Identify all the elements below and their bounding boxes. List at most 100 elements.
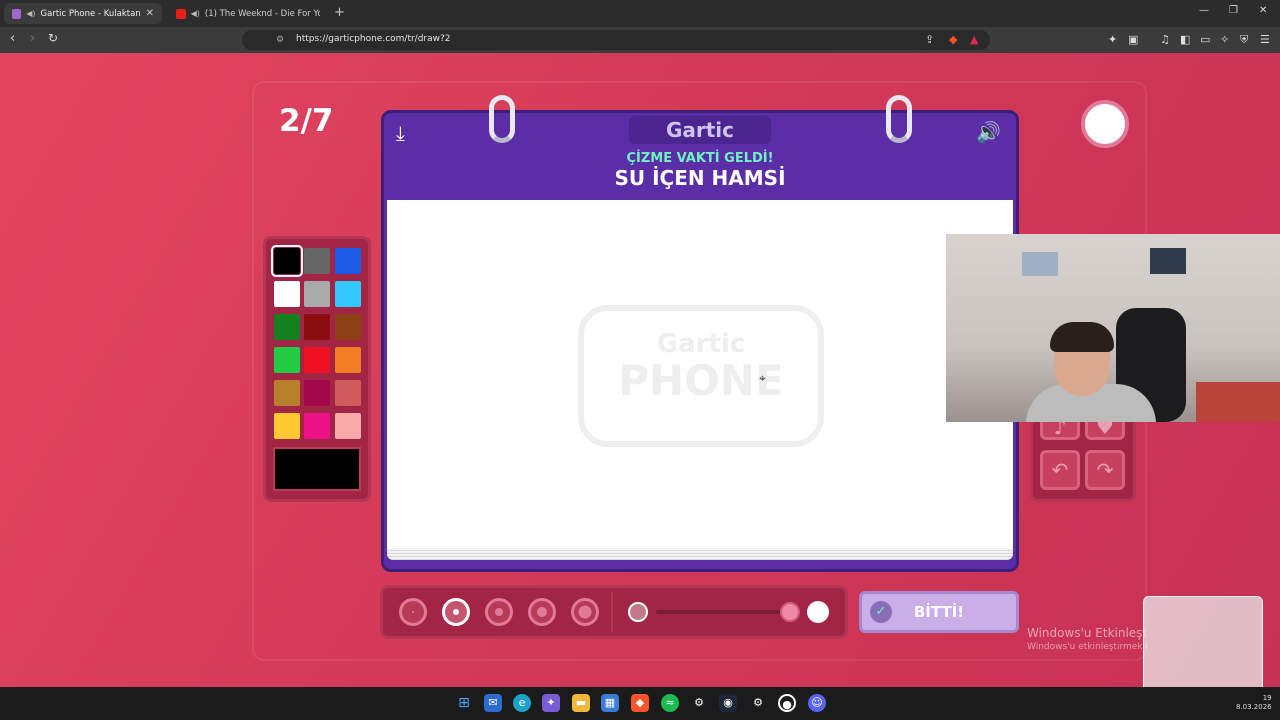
toolbar-divider bbox=[611, 592, 613, 632]
bed-object bbox=[1196, 382, 1280, 422]
brave-icon[interactable]: ◆ bbox=[631, 694, 649, 712]
speaker-icon: ◀) bbox=[26, 9, 36, 18]
store-icon[interactable]: ▦ bbox=[601, 694, 619, 712]
brave-shield-icon[interactable]: ◆ bbox=[949, 33, 957, 46]
opacity-slider[interactable] bbox=[656, 610, 780, 614]
brush-size-dot-icon bbox=[412, 611, 414, 613]
color-swatch[interactable] bbox=[304, 281, 330, 307]
windows-activation-title: Windows'u Etkinleşt bbox=[1027, 626, 1148, 640]
gartic-phone-watermark: Gartic PHONE bbox=[578, 305, 824, 447]
color-swatch[interactable] bbox=[271, 245, 303, 277]
round-counter: 2/7 bbox=[279, 103, 334, 139]
gartic-favicon-icon bbox=[12, 8, 22, 19]
color-swatch[interactable] bbox=[304, 314, 330, 340]
paper-edge bbox=[387, 548, 1013, 560]
brush-size-dot-icon bbox=[578, 605, 592, 619]
done-button[interactable]: ✓ BİTTİ! bbox=[859, 591, 1019, 633]
back-icon[interactable]: ‹ bbox=[10, 31, 15, 46]
new-tab-button[interactable]: + bbox=[334, 5, 345, 20]
crosshair-cursor-icon: ⌖ bbox=[759, 371, 766, 385]
minimize-icon[interactable]: — bbox=[1199, 5, 1209, 16]
color-swatch[interactable] bbox=[274, 314, 300, 340]
obs-icon[interactable]: ● bbox=[778, 694, 796, 712]
tab-youtube[interactable]: ◀) (1) The Weeknd - Die For You (Ly bbox=[168, 3, 328, 24]
done-label: BİTTİ! bbox=[913, 603, 965, 621]
speaker-object bbox=[1150, 248, 1186, 274]
watermark-top: Gartic bbox=[656, 329, 746, 359]
task-prompt: SU İÇEN HAMSİ bbox=[614, 166, 786, 190]
brush-size-button[interactable] bbox=[571, 598, 599, 626]
media-icon[interactable]: ♫ bbox=[1160, 33, 1170, 46]
color-swatch[interactable] bbox=[304, 347, 330, 373]
redo-icon[interactable]: ↷ bbox=[1085, 450, 1125, 490]
color-swatch[interactable] bbox=[335, 248, 361, 274]
person-hair bbox=[1050, 322, 1114, 352]
color-swatch[interactable] bbox=[274, 380, 300, 406]
sidebar-icon[interactable]: ◧ bbox=[1180, 33, 1190, 46]
undo-icon[interactable]: ↶ bbox=[1040, 450, 1080, 490]
mail-icon[interactable]: ✉ bbox=[484, 694, 502, 712]
brush-size-dot-icon bbox=[537, 607, 547, 617]
color-swatch[interactable] bbox=[335, 281, 361, 307]
timer-icon bbox=[1081, 100, 1129, 148]
youtube-favicon-icon bbox=[176, 8, 186, 19]
brush-size-button[interactable] bbox=[399, 598, 427, 626]
reload-icon[interactable]: ↻ bbox=[48, 31, 58, 45]
color-swatch[interactable] bbox=[335, 380, 361, 406]
brush-size-button[interactable] bbox=[442, 598, 470, 626]
screenshot-icon[interactable]: ▣ bbox=[1128, 33, 1138, 46]
brush-size-dot-icon bbox=[453, 609, 459, 615]
wallet-icon[interactable]: ▭ bbox=[1200, 33, 1210, 46]
site-settings-icon[interactable]: ⚙ bbox=[276, 35, 284, 45]
steam-icon[interactable]: ◉ bbox=[719, 694, 737, 712]
webcam-overlay bbox=[946, 234, 1280, 422]
brave-rewards-icon[interactable]: ▲ bbox=[970, 33, 978, 46]
opacity-max-icon[interactable] bbox=[807, 601, 829, 623]
download-icon[interactable]: ⤓ bbox=[396, 121, 405, 145]
close-window-icon[interactable]: ✕ bbox=[1259, 5, 1267, 16]
color-swatch[interactable] bbox=[335, 347, 361, 373]
volume-icon[interactable]: 🔊 bbox=[976, 120, 1001, 144]
menu-icon[interactable]: ☰ bbox=[1260, 33, 1270, 46]
brush-size-button[interactable] bbox=[528, 598, 556, 626]
vpn-icon[interactable]: ⛨ bbox=[1240, 33, 1248, 47]
forward-icon[interactable]: › bbox=[30, 31, 35, 46]
binder-ring-icon bbox=[489, 95, 515, 143]
edge-icon[interactable]: e bbox=[513, 694, 531, 712]
color-swatch[interactable] bbox=[304, 248, 330, 274]
file-explorer-icon[interactable]: ▬ bbox=[572, 694, 590, 712]
color-swatch[interactable] bbox=[335, 314, 361, 340]
share-icon[interactable]: ⇪ bbox=[925, 33, 934, 46]
tab-title: (1) The Weeknd - Die For You (Ly bbox=[204, 8, 320, 19]
opacity-slider-handle[interactable] bbox=[780, 602, 800, 622]
color-swatch[interactable] bbox=[274, 413, 300, 439]
extensions-icon[interactable]: ✦ bbox=[1108, 33, 1117, 46]
color-swatch[interactable] bbox=[274, 281, 300, 307]
checkmark-icon: ✓ bbox=[870, 601, 892, 623]
color-swatch[interactable] bbox=[274, 347, 300, 373]
opacity-min-icon[interactable] bbox=[628, 602, 648, 622]
gartic-logo: Gartic bbox=[629, 116, 771, 144]
shelf-items bbox=[1022, 252, 1058, 276]
leo-ai-icon[interactable]: ✧ bbox=[1220, 33, 1229, 46]
color-swatch[interactable] bbox=[304, 380, 330, 406]
tab-gartic[interactable]: ◀) Gartic Phone - Kulaktan Kula ✕ bbox=[4, 3, 162, 24]
url-text[interactable]: https://garticphone.com/tr/draw?2 bbox=[296, 34, 451, 44]
discord-icon[interactable]: ☺ bbox=[808, 694, 826, 712]
steam-overlay-icon[interactable]: ⚙ bbox=[690, 694, 708, 712]
brush-size-dot-icon bbox=[495, 608, 503, 616]
restore-icon[interactable]: ❐ bbox=[1229, 5, 1238, 16]
taskbar-clock: 19 8.03.2026 bbox=[1236, 694, 1272, 712]
settings-icon[interactable]: ⚙ bbox=[749, 694, 767, 712]
task-label: ÇİZME VAKTİ GELDİ! bbox=[626, 151, 774, 166]
spotify-icon[interactable]: ≈ bbox=[661, 694, 679, 712]
copilot-icon[interactable]: ✦ bbox=[542, 694, 560, 712]
color-swatch[interactable] bbox=[335, 413, 361, 439]
start-icon[interactable]: ⊞ bbox=[455, 694, 473, 712]
binder-ring-icon bbox=[886, 95, 912, 143]
color-swatch[interactable] bbox=[304, 413, 330, 439]
brush-size-button[interactable] bbox=[485, 598, 513, 626]
watermark-bottom: PHONE bbox=[618, 356, 784, 405]
current-color-preview bbox=[273, 447, 361, 491]
close-tab-icon[interactable]: ✕ bbox=[146, 8, 154, 19]
